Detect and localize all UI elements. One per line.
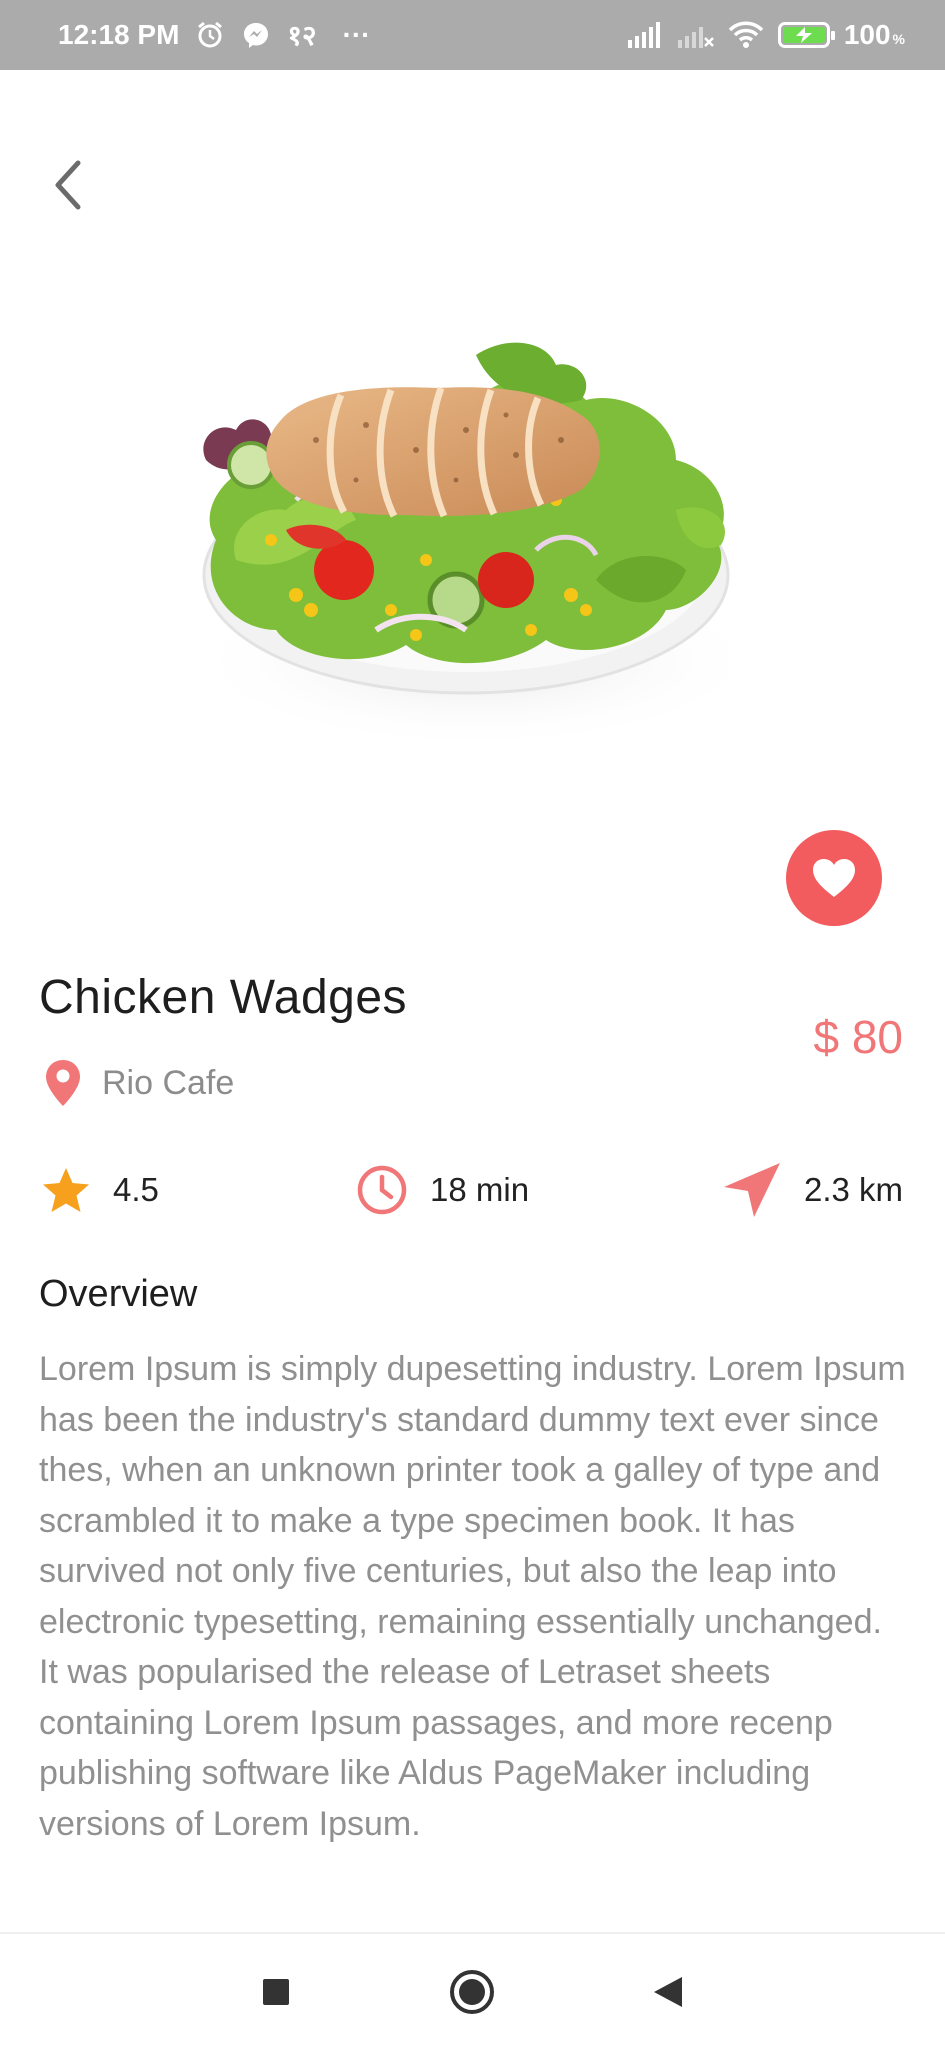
system-nav-bar <box>0 1934 945 2048</box>
distance-stat: 2.3 km <box>722 1160 903 1220</box>
system-back-button[interactable] <box>640 1964 696 2020</box>
signal-icon <box>627 22 664 48</box>
status-right: 100% <box>627 19 905 51</box>
favorite-button[interactable] <box>786 830 882 926</box>
square-icon <box>263 1979 289 2005</box>
status-left: 12:18 PM १२ ··· <box>58 16 371 54</box>
food-image <box>176 330 776 760</box>
restaurant-location[interactable]: Rio Cafe <box>44 1058 234 1108</box>
signal-no-service-icon <box>677 22 714 48</box>
status-time: 12:18 PM <box>58 19 180 50</box>
home-circle-icon <box>450 1970 494 2014</box>
overview-heading: Overview <box>39 1273 198 1315</box>
network-glyph-icon: १२ <box>287 20 317 51</box>
status-bar: 12:18 PM १२ ··· 100% <box>0 0 945 70</box>
time-stat: 18 min <box>356 1160 529 1220</box>
heart-icon <box>813 859 855 897</box>
navigation-arrow-icon <box>724 1163 780 1217</box>
stats-row: 4.5 18 min 2.3 km <box>0 1160 945 1220</box>
food-title: Chicken Wadges <box>39 971 408 1024</box>
recents-button[interactable] <box>248 1964 304 2020</box>
rating-stat: 4.5 <box>41 1160 159 1220</box>
clock-icon <box>357 1165 407 1215</box>
back-button[interactable] <box>44 155 90 215</box>
rating-value: 4.5 <box>113 1171 159 1208</box>
percent-sign: % <box>892 31 905 47</box>
battery-percent: 100% <box>844 19 905 51</box>
wifi-icon <box>728 21 764 49</box>
restaurant-name: Rio Cafe <box>102 1063 235 1102</box>
overview-text: Lorem Ipsum is simply dupesetting indust… <box>39 1350 906 1843</box>
chevron-left-icon <box>55 160 81 210</box>
time-value: 18 min <box>430 1171 530 1208</box>
battery-percent-value: 100 <box>843 19 891 50</box>
messenger-icon <box>241 20 271 50</box>
triangle-back-icon <box>654 1977 682 2007</box>
more-dots: ··· <box>342 19 371 50</box>
food-price: $ 80 <box>813 1011 903 1063</box>
distance-value: 2.3 km <box>804 1171 904 1208</box>
battery-icon <box>777 22 835 48</box>
location-pin-icon <box>46 1060 80 1106</box>
star-icon <box>43 1168 89 1212</box>
home-button[interactable] <box>444 1964 500 2020</box>
alarm-icon <box>195 20 225 50</box>
